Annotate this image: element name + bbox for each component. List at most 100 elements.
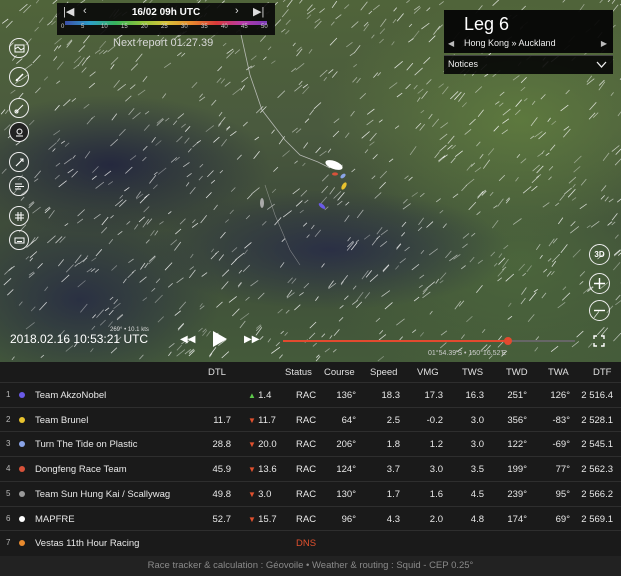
boat-view-button[interactable]: [9, 122, 29, 142]
dtl-change: ▼ 20.0: [248, 439, 277, 450]
col-twd[interactable]: TWD: [506, 367, 528, 378]
track-icon: [14, 104, 23, 113]
leaderboard-header: DTL Status Course Speed VMG TWS TWD TWA …: [0, 362, 621, 382]
arrow-down-icon: ▼: [248, 440, 259, 450]
leaderboard-row[interactable]: 7 Vestas 11th Hour Racing DNS: [0, 530, 621, 555]
boat-marker-scallywag: [260, 198, 264, 208]
team-tws: 4.8: [470, 513, 484, 525]
team-dtl: 11.7: [213, 414, 231, 426]
dtl-change: ▼ 15.7: [248, 514, 277, 525]
team-status: DNS: [296, 538, 317, 550]
boat-marker-dongfeng: [332, 172, 338, 176]
team-course: 136°: [336, 390, 356, 401]
boat-marker-akzonobel: [318, 203, 326, 209]
boat-icon: [15, 128, 23, 136]
team-rank: 7: [6, 538, 11, 548]
next-report-button[interactable]: ›: [235, 5, 239, 17]
col-course[interactable]: Course: [324, 367, 355, 378]
keyboard-icon: [14, 237, 24, 243]
weather-report-bar: |◀ ‹ 16/02 09h UTC › ▶| 0 5 10 15 20 25 30 35 40…: [57, 3, 275, 35]
team-twa: 77°: [555, 464, 570, 476]
leaderboard-row[interactable]: 5 Team Sun Hung Kai / Scallywag 49.8 ▼ 3.0 R…: [0, 480, 621, 506]
col-speed[interactable]: Speed: [370, 367, 397, 378]
notices-label: Notices: [448, 59, 479, 69]
team-tws: 4.5: [470, 488, 484, 500]
3d-label: 3D: [594, 250, 605, 259]
timeline-slider[interactable]: [283, 337, 575, 345]
fast-forward-icon[interactable]: ▶▶: [244, 334, 259, 345]
col-twa[interactable]: TWA: [548, 367, 569, 378]
team-twd: 356°: [507, 414, 527, 426]
col-dtf[interactable]: DTF: [593, 367, 611, 378]
team-status: RAC: [296, 488, 317, 500]
grid-layer-button[interactable]: [9, 206, 29, 226]
col-status[interactable]: Status: [285, 367, 312, 378]
wind-scale-labels: 0 5 10 15 20 25 30 35 40 45 50: [61, 24, 271, 34]
team-dtl: 49.8: [212, 488, 232, 500]
team-tws: 3.0: [470, 439, 484, 451]
col-tws[interactable]: TWS: [462, 367, 483, 378]
team-status: RAC: [296, 390, 317, 401]
team-vmg: -0.2: [426, 414, 443, 426]
keyboard-button[interactable]: [9, 230, 29, 250]
leg-title: Leg 6: [464, 14, 510, 34]
track-tool-button[interactable]: [9, 98, 29, 118]
arrow-down-icon: ▼: [248, 514, 259, 524]
wind-icon: [15, 158, 23, 166]
leaderboard-row[interactable]: 4 Dongfeng Race Team 45.9 ▼ 13.6 RAC 124° 3.7 3…: [0, 456, 621, 481]
prev-leg-icon[interactable]: ◀: [448, 39, 454, 48]
col-vmg[interactable]: VMG: [417, 367, 439, 378]
col-dtl[interactable]: DTL: [208, 367, 226, 378]
team-twd: 251°: [507, 390, 527, 401]
team-status: RAC: [296, 439, 317, 451]
dtl-change-value: 3.0: [258, 488, 272, 500]
rewind-icon[interactable]: ◀◀: [180, 334, 195, 345]
race-map[interactable]: |◀ ‹ 16/02 09h UTC › ▶| 0 5 10 15 20 25 30 35 40…: [0, 0, 621, 362]
fullscreen-icon[interactable]: [593, 335, 605, 347]
zoom-out-button[interactable]: [589, 300, 610, 321]
map-icon: [14, 44, 24, 52]
team-vmg: 1.2: [429, 439, 443, 451]
dtl-change-value: 11.7: [258, 414, 276, 426]
wind-scale-label: 20: [141, 24, 148, 30]
play-icon[interactable]: [212, 330, 228, 348]
team-course: 130°: [336, 488, 356, 500]
zoom-in-button[interactable]: [589, 273, 610, 294]
measure-tool-button[interactable]: [9, 67, 29, 87]
leaderboard-row[interactable]: 2 Team Brunel 11.7 ▼ 11.7 RAC 64° 2.5 -0.2 3.0 35…: [0, 406, 621, 432]
team-name: Team Brunel: [35, 414, 89, 426]
leaderboard-row[interactable]: 3 Turn The Tide on Plastic 28.8 ▼ 20.0 RAC 20…: [0, 431, 621, 456]
team-vmg: 1.6: [429, 488, 443, 500]
team-color-dot: [19, 540, 25, 547]
team-dtl: 45.9: [212, 464, 232, 476]
weather-layer-button[interactable]: [9, 176, 29, 196]
cursor-coordinates: 01°54.39'S • 150°16.52'E: [428, 350, 507, 357]
notices-dropdown[interactable]: Notices: [444, 55, 613, 74]
team-speed: 2.5: [386, 414, 400, 426]
team-color-dot: [19, 416, 25, 423]
team-twa: 95°: [555, 488, 570, 500]
team-speed: 1.8: [386, 439, 400, 451]
team-dtf: 2 545.1: [581, 439, 613, 451]
boat-marker-turn-the-tide: [340, 173, 346, 179]
wind-scale-label: 45: [241, 24, 248, 30]
team-rank: 3: [6, 439, 11, 449]
team-rank: 4: [6, 464, 11, 474]
team-color-dot: [19, 441, 25, 448]
3d-view-button[interactable]: 3D: [589, 244, 610, 265]
leaderboard-row[interactable]: 6 MAPFRE 52.7 ▼ 15.7 RAC 96° 4.3 2.0 4.8 174° 69° 2…: [0, 505, 621, 531]
team-color-dot: [19, 490, 25, 497]
team-name: Team Sun Hung Kai / Scallywag: [35, 488, 171, 500]
report-date: 16/02 09h UTC: [131, 7, 201, 18]
last-report-button[interactable]: ▶|: [253, 5, 264, 18]
map-layers-button[interactable]: [9, 38, 29, 58]
wind-scale-label: 30: [181, 24, 188, 30]
leaderboard-row[interactable]: 1 Team AkzoNobel ▲ 1.4 RAC 136° 18.3 17.3 16.3 2…: [0, 382, 621, 407]
next-leg-icon[interactable]: ▶: [601, 39, 607, 48]
timeline-handle[interactable]: [503, 337, 512, 345]
team-dtf: 2 569.1: [581, 513, 613, 525]
wind-layer-button[interactable]: [9, 152, 29, 172]
team-color-dot: [19, 392, 25, 398]
plus-icon: [594, 278, 605, 289]
dtl-change-value: 15.7: [258, 513, 277, 525]
